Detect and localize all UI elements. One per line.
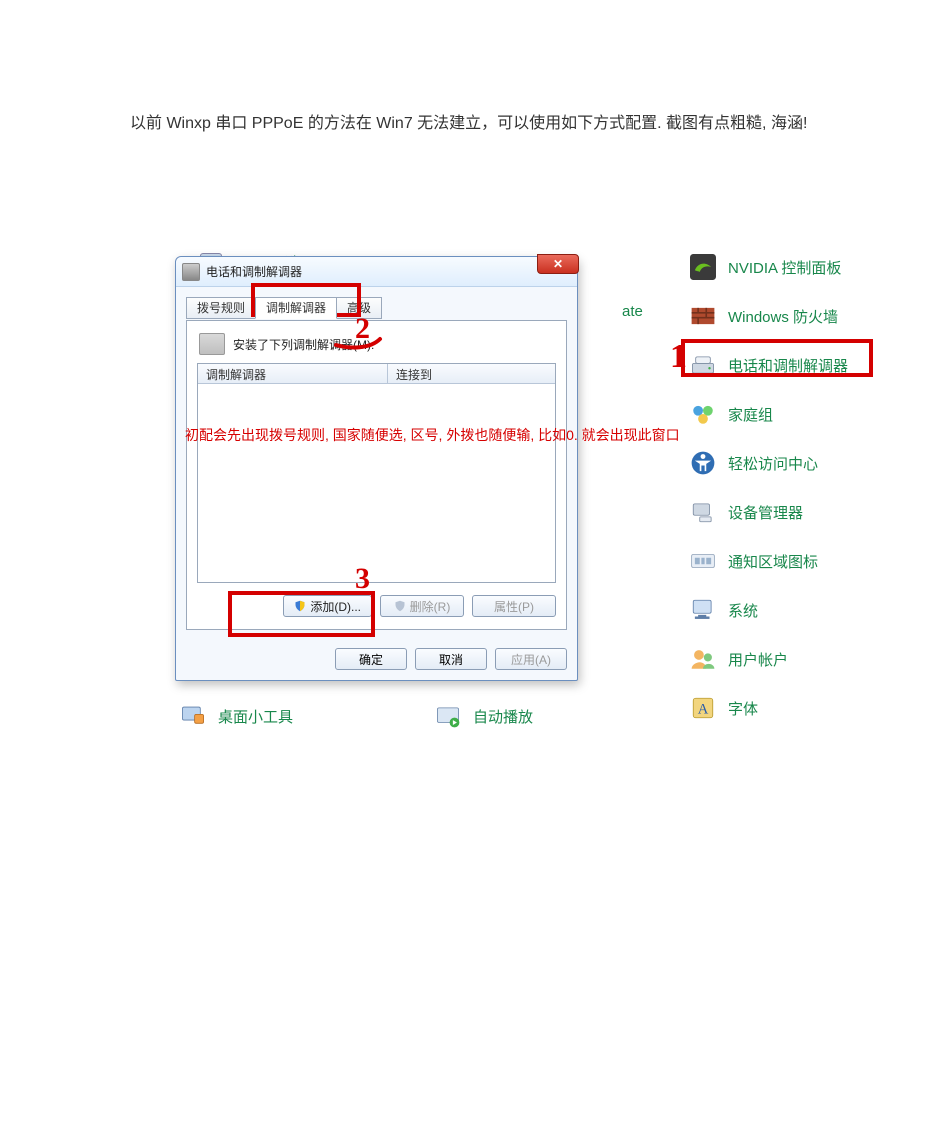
cp-item-system[interactable]: 系统	[690, 597, 758, 623]
cp-item-firewall[interactable]: Windows 防火墙	[690, 303, 838, 329]
cancel-button[interactable]: 取消	[415, 648, 487, 670]
close-button[interactable]: ✕	[537, 254, 579, 274]
autoplay-icon	[435, 703, 461, 729]
list-body-empty	[198, 384, 555, 582]
cp-label: 设备管理器	[728, 502, 803, 523]
notification-area-icon	[690, 548, 716, 574]
col-connect-to[interactable]: 连接到	[388, 364, 555, 383]
bg-text-date-fragment: ate	[622, 303, 643, 320]
cp-item-user-accounts[interactable]: 用户帐户	[690, 646, 788, 672]
modem-list[interactable]: 调制解调器 连接到	[197, 363, 556, 583]
user-accounts-icon	[690, 646, 716, 672]
tabstrip: 拨号规则 调制解调器 高级	[186, 297, 567, 321]
cp-label: 家庭组	[728, 404, 773, 425]
cp-label: 通知区域图标	[728, 551, 818, 572]
modem-device-icon	[199, 333, 225, 355]
cp-label: 自动播放	[473, 706, 533, 727]
device-manager-icon	[690, 499, 716, 525]
svg-text:A: A	[698, 702, 709, 718]
tab-modem[interactable]: 调制解调器	[255, 297, 337, 319]
apply-button: 应用(A)	[495, 648, 567, 670]
ease-of-access-icon	[690, 450, 716, 476]
remove-button: 删除(R)	[380, 595, 464, 617]
cp-item-homegroup[interactable]: 家庭组	[690, 401, 773, 427]
desktop-gadgets-icon	[180, 703, 206, 729]
annotation-note: 初配会先出现拨号规则, 国家随便选, 区号, 外拨也随便输, 比如0. 就会出现…	[185, 425, 840, 445]
cp-label: Windows 防火墙	[728, 306, 838, 327]
cp-item-nvidia[interactable]: NVIDIA 控制面板	[690, 254, 841, 280]
cp-item-autoplay[interactable]: 自动播放	[435, 703, 533, 729]
cp-item-device-manager[interactable]: 设备管理器	[690, 499, 803, 525]
cp-item-ease-of-access[interactable]: 轻松访问中心	[690, 450, 818, 476]
fonts-icon: A	[690, 695, 716, 721]
dialog-titlebar[interactable]: 电话和调制解调器 ✕	[176, 257, 577, 287]
cp-label: 系统	[728, 600, 758, 621]
annotation-arrow-2	[330, 335, 390, 353]
cp-label: 用户帐户	[728, 649, 788, 670]
homegroup-icon	[690, 401, 716, 427]
list-header: 调制解调器 连接到	[198, 364, 555, 384]
cp-label: 轻松访问中心	[728, 453, 818, 474]
nvidia-icon	[690, 254, 716, 280]
system-icon	[690, 597, 716, 623]
annotation-box-1	[681, 339, 873, 377]
uac-shield-icon	[394, 600, 406, 612]
cp-label: 桌面小工具	[218, 706, 293, 727]
properties-button: 属性(P)	[472, 595, 556, 617]
dialog-title: 电话和调制解调器	[206, 263, 302, 280]
intro-text: 以前 Winxp 串口 PPPoE 的方法在 Win7 无法建立，可以使用如下方…	[130, 108, 845, 140]
cp-item-fonts[interactable]: A 字体	[690, 695, 758, 721]
modem-icon	[182, 263, 200, 281]
cp-label: 字体	[728, 698, 758, 719]
firewall-icon	[690, 303, 716, 329]
cp-item-notification-icons[interactable]: 通知区域图标	[690, 548, 818, 574]
col-modem[interactable]: 调制解调器	[198, 364, 388, 383]
tab-dial-rules[interactable]: 拨号规则	[186, 297, 256, 319]
cp-item-desktop-gadgets[interactable]: 桌面小工具	[180, 703, 293, 729]
close-icon: ✕	[553, 257, 563, 271]
cp-label: NVIDIA 控制面板	[728, 257, 841, 278]
ok-button[interactable]: 确定	[335, 648, 407, 670]
tab-panel-modem: 安装了下列调制解调器(M): 调制解调器 连接到 添加(D)... 删除(R)	[186, 320, 567, 630]
annotation-box-3	[228, 591, 375, 637]
